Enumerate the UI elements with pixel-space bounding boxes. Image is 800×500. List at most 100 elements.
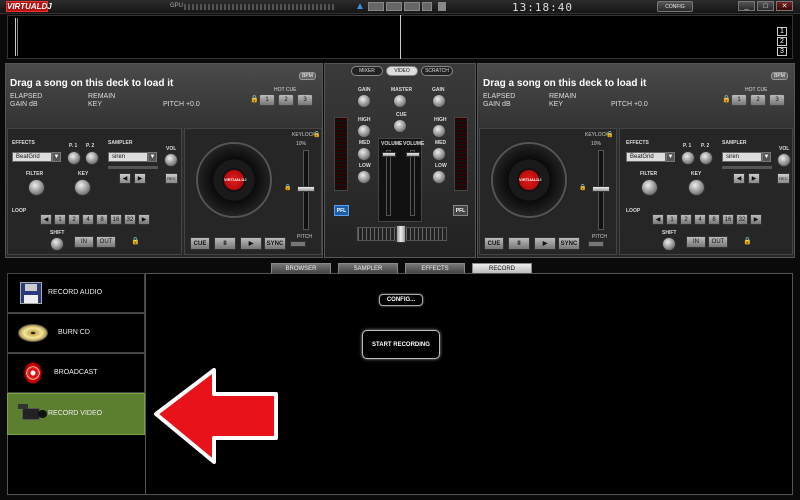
deck-right-sync-button[interactable]: SYNC bbox=[558, 237, 580, 250]
deck-right-lock-icon[interactable]: 🔒 bbox=[722, 95, 731, 103]
deck-left-p2-knob[interactable] bbox=[85, 151, 99, 165]
deck-right-hotcue-1[interactable]: 1 bbox=[731, 94, 747, 106]
record-item-video[interactable]: RECORD VIDEO bbox=[7, 393, 145, 435]
deck-left-play-button[interactable]: ▶ bbox=[240, 237, 262, 250]
deck-right-loop-prev-icon[interactable]: ◀ bbox=[652, 214, 664, 225]
deck-left-bpm-button[interactable]: BPM bbox=[299, 72, 316, 80]
deck-left-sampler-select[interactable]: siren bbox=[108, 152, 148, 162]
deck-right-rec-button[interactable]: REC bbox=[777, 173, 790, 184]
mixer-pfl-right-button[interactable]: PFL bbox=[453, 205, 468, 216]
mixer-high-left-knob[interactable] bbox=[357, 124, 371, 138]
mixer-gain-right-knob[interactable] bbox=[432, 94, 446, 108]
deck-right-sampler-next-icon[interactable]: ▶ bbox=[748, 173, 760, 184]
deck-right-hotcue-3[interactable]: 3 bbox=[769, 94, 785, 106]
mixer-low-right-knob[interactable] bbox=[432, 170, 446, 184]
config-button[interactable]: CONFIG bbox=[657, 1, 693, 12]
deck-left-loop-prev-icon[interactable]: ◀ bbox=[40, 214, 52, 225]
deck-right-hotcue-2[interactable]: 2 bbox=[750, 94, 766, 106]
deck-right-pause-button[interactable]: II bbox=[508, 237, 530, 250]
record-item-broadcast[interactable]: BROADCAST bbox=[7, 353, 145, 393]
deck-left-hotcue-1[interactable]: 1 bbox=[259, 94, 275, 106]
mixer-pfl-left-button[interactable]: PFL bbox=[334, 205, 349, 216]
maximize-button[interactable]: □ bbox=[757, 1, 774, 11]
deck-left-loop-in-button[interactable]: IN bbox=[74, 236, 94, 248]
deck-left-sampler-vol-knob[interactable] bbox=[164, 153, 178, 167]
mixer-high-right-knob[interactable] bbox=[432, 124, 446, 138]
deck-right-sampler-dropdown-icon[interactable]: ▼ bbox=[762, 152, 771, 162]
mixer-med-left-knob[interactable] bbox=[357, 147, 371, 161]
deck-left-hotcue-2[interactable]: 2 bbox=[278, 94, 294, 106]
deck-right-bpm-button[interactable]: BPM bbox=[771, 72, 788, 80]
mixer-volume-left-fader[interactable] bbox=[382, 152, 396, 157]
mixer-tab-mixer[interactable]: MIXER bbox=[351, 66, 383, 76]
deck-left-keylock-icon[interactable]: 🔒 bbox=[313, 131, 320, 138]
deck-right-sampler-prev-icon[interactable]: ◀ bbox=[733, 173, 745, 184]
deck-left-cue-button[interactable]: CUE bbox=[190, 237, 210, 250]
minimize-button[interactable]: _ bbox=[738, 1, 755, 11]
deck-left-loop-16[interactable]: 16 bbox=[110, 214, 122, 225]
deck-right-keylock-icon[interactable]: 🔒 bbox=[606, 131, 613, 138]
deck-left-effect-dropdown-icon[interactable]: ▼ bbox=[52, 152, 61, 162]
deck-left-lock-icon[interactable]: 🔒 bbox=[250, 95, 259, 103]
deck-left-loop-32[interactable]: 32 bbox=[124, 214, 136, 225]
deck-left-pause-button[interactable]: II bbox=[214, 237, 236, 250]
deck-left-shift-knob[interactable] bbox=[50, 237, 64, 251]
deck-left-loop-next-icon[interactable]: ▶ bbox=[138, 214, 150, 225]
deck-right-sampler-select[interactable]: siren bbox=[722, 152, 762, 162]
deck-left-hotcue-3[interactable]: 3 bbox=[297, 94, 313, 106]
deck-right-loop-in-button[interactable]: IN bbox=[686, 236, 706, 248]
mixer-master-knob[interactable] bbox=[393, 94, 407, 108]
deck-right-loop-16[interactable]: 16 bbox=[722, 214, 734, 225]
waveform-slot-3[interactable]: 3 bbox=[777, 47, 787, 56]
deck-right-loop-4[interactable]: 4 bbox=[694, 214, 706, 225]
deck-left-loop-1[interactable]: 1 bbox=[54, 214, 66, 225]
mixer-low-left-knob[interactable] bbox=[357, 170, 371, 184]
deck-right-effect-dropdown-icon[interactable]: ▼ bbox=[666, 152, 675, 162]
deck-left-loop-2[interactable]: 2 bbox=[68, 214, 80, 225]
mixer-cue-knob[interactable] bbox=[393, 119, 407, 133]
record-config-button[interactable]: CONFIG... bbox=[379, 294, 423, 306]
deck-left-filter-knob[interactable] bbox=[28, 179, 45, 196]
deck-right-effect-select[interactable]: BeatGrid bbox=[626, 152, 666, 162]
deck-left-loop-lock-icon[interactable]: 🔒 bbox=[131, 237, 140, 245]
deck-left-sampler-prev-icon[interactable]: ◀ bbox=[119, 173, 131, 184]
mixer-volume-right-track[interactable] bbox=[410, 150, 415, 216]
deck-right-loop-next-icon[interactable]: ▶ bbox=[750, 214, 762, 225]
layout-button-4[interactable] bbox=[422, 2, 432, 11]
mixer-tab-scratch[interactable]: SCRATCH bbox=[421, 66, 453, 76]
deck-right-shift-knob[interactable] bbox=[662, 237, 676, 251]
crossfader-knob[interactable] bbox=[396, 225, 406, 243]
deck-right-p1-knob[interactable] bbox=[681, 151, 695, 165]
deck-right-pitch-nudge-button[interactable] bbox=[588, 241, 604, 247]
deck-right-filter-knob[interactable] bbox=[641, 179, 658, 196]
deck-right-sampler-vol-knob[interactable] bbox=[777, 153, 791, 167]
deck-left-sampler-dropdown-icon[interactable]: ▼ bbox=[148, 152, 157, 162]
deck-right-pitch-slider[interactable] bbox=[592, 186, 610, 192]
layout-button-1[interactable] bbox=[368, 2, 384, 11]
deck-right-loop-out-button[interactable]: OUT bbox=[708, 236, 728, 248]
deck-right-loop-8[interactable]: 8 bbox=[708, 214, 720, 225]
record-item-burn-cd[interactable]: BURN CD bbox=[7, 313, 145, 353]
deck-left-key-knob[interactable] bbox=[74, 179, 91, 196]
close-button[interactable]: ✕ bbox=[776, 1, 793, 11]
deck-right-key-knob[interactable] bbox=[688, 179, 705, 196]
mixer-med-right-knob[interactable] bbox=[432, 147, 446, 161]
deck-right-loop-2[interactable]: 2 bbox=[680, 214, 692, 225]
deck-left-pitch-nudge-button[interactable] bbox=[290, 241, 306, 247]
waveform-slot-1[interactable]: 1 bbox=[777, 27, 787, 36]
start-recording-button[interactable]: START RECORDING bbox=[362, 330, 440, 359]
mixer-tab-video[interactable]: VIDEO bbox=[386, 66, 418, 76]
deck-left-pitch-lock-icon[interactable]: 🔒 bbox=[284, 184, 291, 191]
skin-a-icon[interactable]: ▲ bbox=[355, 1, 365, 12]
mixer-volume-right-fader[interactable] bbox=[406, 152, 420, 157]
deck-left-rec-button[interactable]: REC bbox=[165, 173, 178, 184]
layout-button-5[interactable] bbox=[438, 2, 446, 11]
deck-right-loop-lock-icon[interactable]: 🔒 bbox=[743, 237, 752, 245]
deck-right-p2-knob[interactable] bbox=[699, 151, 713, 165]
deck-left-p1-knob[interactable] bbox=[67, 151, 81, 165]
deck-left-sampler-next-icon[interactable]: ▶ bbox=[134, 173, 146, 184]
record-item-audio[interactable]: RECORD AUDIO bbox=[7, 273, 145, 313]
deck-left-sync-button[interactable]: SYNC bbox=[264, 237, 286, 250]
deck-right-cue-button[interactable]: CUE bbox=[484, 237, 504, 250]
layout-button-2[interactable] bbox=[386, 2, 402, 11]
